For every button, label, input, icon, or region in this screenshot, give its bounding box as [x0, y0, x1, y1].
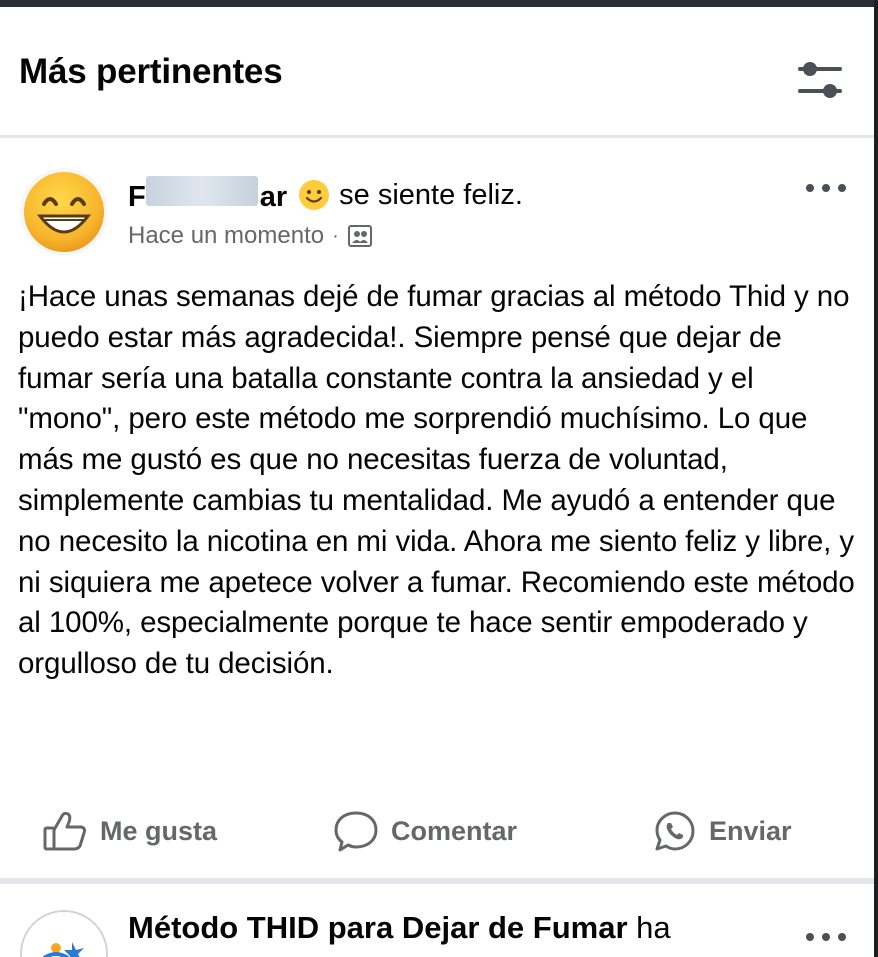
more-horizontal-icon: [806, 933, 814, 941]
next-post-header: Método THID para Dejar de Fumar ha: [128, 910, 671, 946]
feeling-text: se siente feliz.: [339, 178, 523, 211]
thumbs-up-icon: [43, 811, 87, 851]
next-post-options-button[interactable]: [806, 930, 846, 944]
post-action-bar: Me gusta Comentar Enviar: [0, 798, 874, 864]
author-name[interactable]: Far: [128, 176, 287, 214]
like-label: Me gusta: [100, 815, 218, 846]
feed-post: Far se siente feliz. Hace un momento · ¡…: [0, 138, 874, 878]
sliders-icon: [798, 62, 842, 98]
page-avatar[interactable]: [20, 910, 108, 957]
comment-button[interactable]: Comentar: [333, 808, 517, 854]
post-meta: Hace un momento ·: [128, 222, 373, 250]
feed-sort-header: Más pertinentes: [0, 7, 874, 135]
post-timestamp[interactable]: Hace un momento: [128, 222, 324, 250]
filter-button[interactable]: [792, 59, 848, 103]
comment-label: Comentar: [391, 815, 518, 846]
whatsapp-icon: [655, 811, 695, 851]
comment-bubble-icon: [334, 811, 378, 852]
more-horizontal-icon: [806, 184, 814, 192]
section-title: Más pertinentes: [19, 52, 283, 91]
post-options-button[interactable]: [806, 181, 846, 195]
post-body-text: ¡Hace unas semanas dejé de fumar gracias…: [18, 280, 855, 681]
page-logo-icon: [42, 942, 84, 957]
send-button[interactable]: Enviar: [653, 808, 792, 854]
like-button[interactable]: Me gusta: [42, 808, 217, 854]
smiling-face-icon: [299, 180, 330, 210]
send-label: Enviar: [709, 815, 792, 846]
friends-audience-icon[interactable]: [347, 224, 373, 248]
next-post-action-text: ha: [636, 910, 671, 945]
redacted-name: [145, 176, 258, 206]
grinning-face-icon: [24, 172, 104, 252]
right-edge-strip: [874, 0, 878, 957]
post-header-line: Far se siente feliz.: [128, 176, 523, 214]
next-feed-post: Método THID para Dejar de Fumar ha: [0, 884, 874, 957]
page-name[interactable]: Método THID para Dejar de Fumar: [128, 910, 628, 945]
meta-separator: ·: [332, 224, 339, 247]
avatar[interactable]: [20, 168, 108, 256]
top-edge-strip: [0, 0, 878, 7]
